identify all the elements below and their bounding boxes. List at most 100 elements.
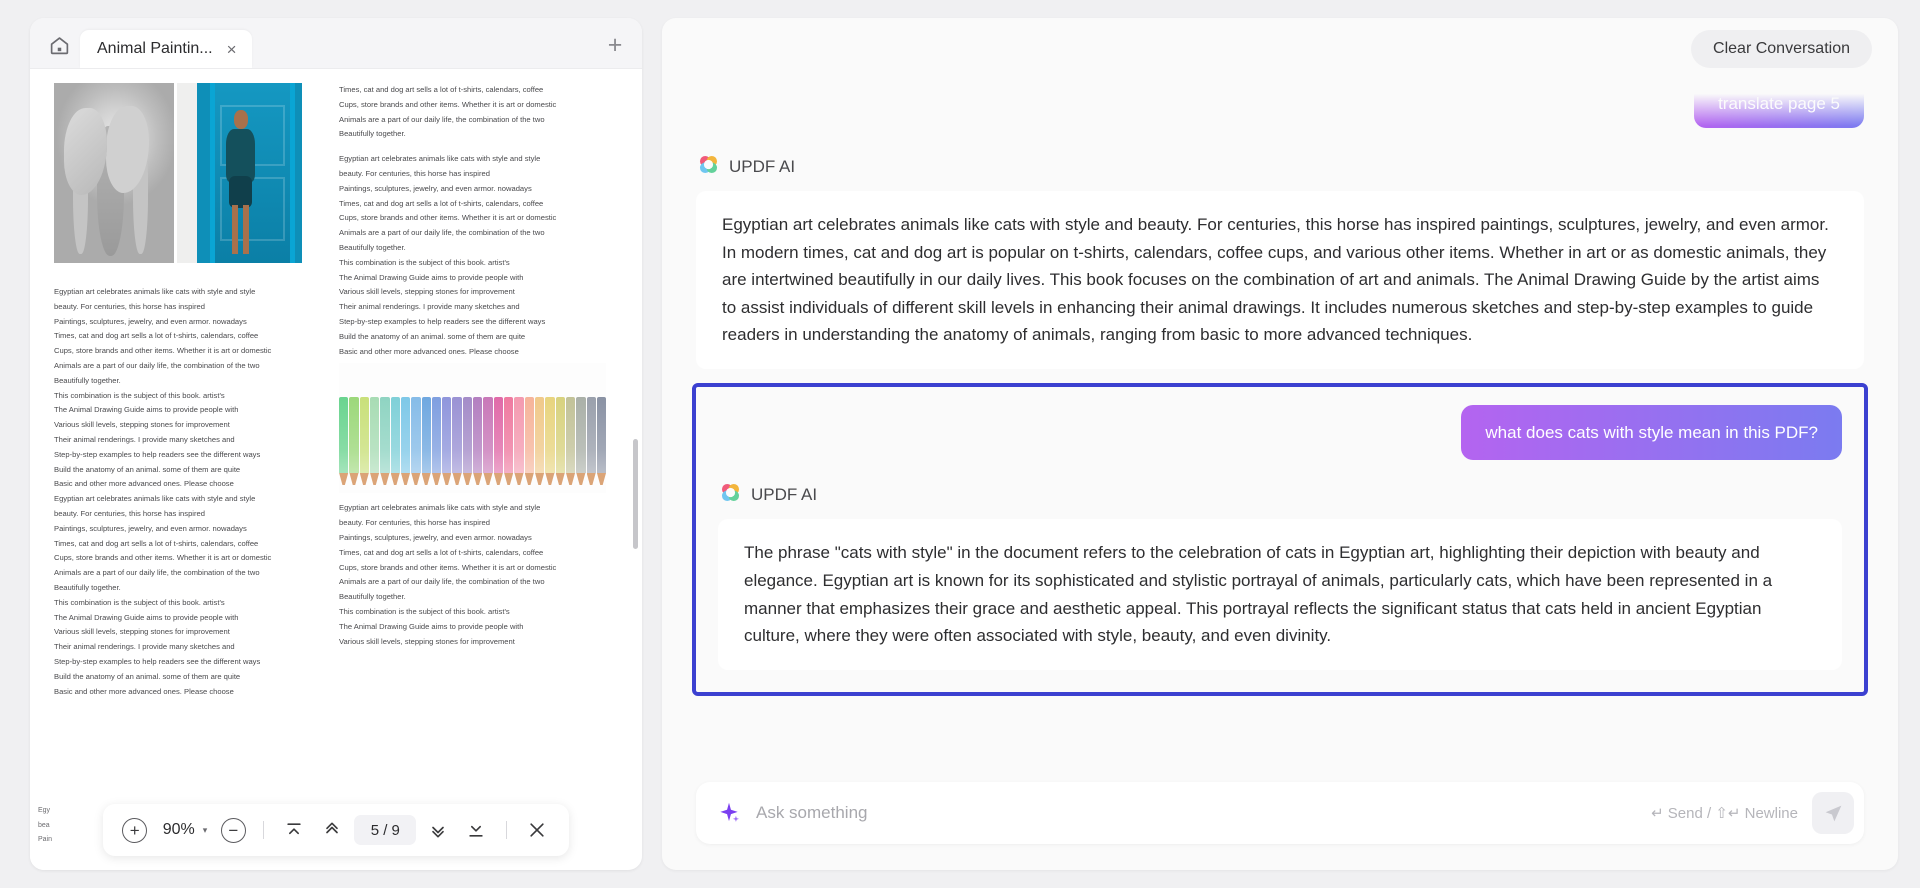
page-text-line: Times, cat and dog art sells a lot of t-… — [54, 331, 259, 341]
pencil — [421, 397, 431, 473]
page-text-left: Egyptian art celebrates animals like cat… — [54, 285, 321, 699]
home-icon[interactable] — [42, 28, 76, 62]
plus-icon: + — [122, 817, 148, 843]
user-message-row: what does cats with style mean in this P… — [718, 404, 1842, 461]
page-edge-text: Egy bea Pain — [38, 804, 60, 848]
assistant-message-1: Egyptian art celebrates animals like cat… — [696, 191, 1864, 369]
page-edge-line: bea — [38, 821, 50, 829]
new-tab-icon[interactable]: + — [598, 28, 632, 62]
page-text-line: Cups, store brands and other items. Whet… — [54, 553, 272, 563]
page-text-line: Beautifully together. — [54, 375, 121, 385]
page-text-line: Animals are a part of our daily life, th… — [339, 114, 545, 124]
pencil — [576, 397, 586, 473]
previous-page-button[interactable] — [316, 814, 348, 846]
page-text-line: Cups, store brands and other items. Whet… — [54, 346, 272, 356]
clear-conversation-button[interactable]: Clear Conversation — [1691, 30, 1872, 68]
pencil — [339, 397, 349, 473]
page-text-line: Various skill levels, stepping stones fo… — [54, 420, 230, 430]
page-text-line: Cups, store brands and other items. Whet… — [339, 99, 557, 109]
vertical-scrollbar[interactable] — [633, 439, 638, 549]
ai-input-container: Ask something ↵ Send / ⇧↵ Newline — [662, 768, 1898, 870]
pencil — [504, 397, 514, 473]
page-text-line: Their animal renderings. I provide many … — [339, 302, 520, 312]
page-text-line: Animals are a part of our daily life, th… — [339, 228, 545, 238]
page-left-column: Egyptian art celebrates animals like cat… — [54, 83, 321, 870]
pencil — [586, 397, 596, 473]
pencil — [390, 397, 400, 473]
pdf-viewer-panel: Animal Paintin... × + Egyptian art celeb… — [30, 18, 642, 870]
chevron-down-icon[interactable]: ▾ — [203, 825, 208, 836]
assistant-label-2: UPDF AI — [720, 482, 1842, 508]
page-text-line: This combination is the subject of this … — [339, 257, 510, 267]
page-text-line: Beautifully together. — [339, 592, 406, 602]
pencil — [431, 397, 442, 473]
assistant-label-1: UPDF AI — [698, 154, 1864, 180]
ai-input-bar[interactable]: Ask something ↵ Send / ⇧↵ Newline — [696, 782, 1864, 844]
toolbar-divider-2 — [506, 821, 508, 839]
translate-chip-row: translate page 5 — [696, 80, 1864, 132]
page-text-right-bottom: Egyptian art celebrates animals like cat… — [339, 501, 606, 649]
ask-input-field[interactable]: Ask something — [756, 803, 1637, 823]
page-text-line: Egyptian art celebrates animals like cat… — [54, 287, 256, 296]
document-tab[interactable]: Animal Paintin... × — [80, 30, 252, 68]
pencil — [493, 397, 503, 473]
zoom-level-value[interactable]: 90% — [157, 821, 197, 839]
page-number-input[interactable]: 5 / 9 — [354, 815, 417, 845]
next-page-button[interactable] — [422, 814, 454, 846]
pencil — [565, 397, 576, 473]
updf-ai-clover-icon — [720, 482, 741, 508]
page-right-column: Times, cat and dog art sells a lot of t-… — [339, 83, 606, 870]
close-icon[interactable]: × — [225, 39, 239, 60]
first-page-icon — [287, 823, 301, 835]
last-page-icon — [469, 825, 483, 837]
page-text-line: Beautifully together. — [339, 242, 406, 252]
chat-message-list[interactable]: translate page 5 UPDF AI Egyptian art ce… — [662, 80, 1898, 768]
page-text-line: Various skill levels, stepping stones fo… — [339, 287, 515, 297]
ai-header: Clear Conversation — [662, 18, 1898, 80]
page-text-line: Beautifully together. — [339, 129, 406, 139]
page-text-line: Paintings, sculptures, jewelry, and even… — [339, 183, 532, 193]
assistant-name-1: UPDF AI — [729, 157, 796, 176]
elephant-pencil-drawing — [54, 83, 174, 263]
page-text-line: The Animal Drawing Guide aims to provide… — [339, 272, 524, 282]
man-by-blue-door-photo — [177, 83, 302, 263]
zoom-out-button[interactable]: − — [217, 814, 249, 846]
last-page-button[interactable] — [460, 814, 492, 846]
assistant-name-2: UPDF AI — [751, 485, 818, 505]
page-text-line: beauty. For centuries, this horse has in… — [339, 518, 490, 528]
close-toolbar-button[interactable] — [521, 814, 553, 846]
zoom-in-button[interactable]: + — [119, 814, 151, 846]
translate-page-chip[interactable]: translate page 5 — [1694, 80, 1864, 128]
page-text-line: Their animal renderings. I provide many … — [54, 434, 235, 444]
page-text-line: The Animal Drawing Guide aims to provide… — [54, 612, 239, 622]
first-page-button[interactable] — [278, 814, 310, 846]
page-text-line: Basic and other more advanced ones. Plea… — [54, 686, 234, 696]
updf-ai-clover-icon — [698, 154, 719, 180]
pencil — [473, 397, 483, 473]
page-text-line: Cups, store brands and other items. Whet… — [339, 213, 557, 223]
page-edge-line: Egy — [38, 806, 51, 814]
page-text-line: Build the anatomy of an animal. some of … — [54, 671, 241, 681]
assistant-message-2: The phrase "cats with style" in the docu… — [718, 519, 1842, 670]
page-text-line: Various skill levels, stepping stones fo… — [54, 627, 230, 637]
send-shortcut-hint: ↵ Send / ⇧↵ Newline — [1651, 805, 1798, 822]
pencil — [452, 397, 462, 473]
page-edge-line: Pain — [38, 836, 53, 844]
page-text-line: Animals are a part of our daily life, th… — [339, 577, 545, 587]
pdf-toolbar: + 90% ▾ − 5 / 9 — [102, 804, 570, 856]
pencil — [524, 397, 534, 473]
highlighted-conversation-block: what does cats with style mean in this P… — [692, 382, 1868, 696]
pencil — [411, 397, 421, 473]
page-text-line: Times, cat and dog art sells a lot of t-… — [339, 547, 544, 557]
page-text-line: Various skill levels, stepping stones fo… — [339, 636, 515, 646]
send-button[interactable] — [1812, 792, 1854, 834]
document-scroll-area[interactable]: Egyptian art celebrates animals like cat… — [30, 68, 642, 870]
pencil — [555, 397, 565, 473]
colored-pencils-photo — [339, 363, 606, 494]
toolbar-divider-1 — [263, 821, 265, 839]
page-text-line: beauty. For centuries, this horse has in… — [54, 508, 205, 518]
page-text-line: beauty. For centuries, this horse has in… — [54, 301, 205, 311]
page-text-line: Paintings, sculptures, jewelry, and even… — [54, 523, 247, 533]
ai-chat-panel: Clear Conversation translate page 5 UPDF… — [662, 18, 1898, 870]
page-text-line: This combination is the subject of this … — [54, 597, 225, 607]
